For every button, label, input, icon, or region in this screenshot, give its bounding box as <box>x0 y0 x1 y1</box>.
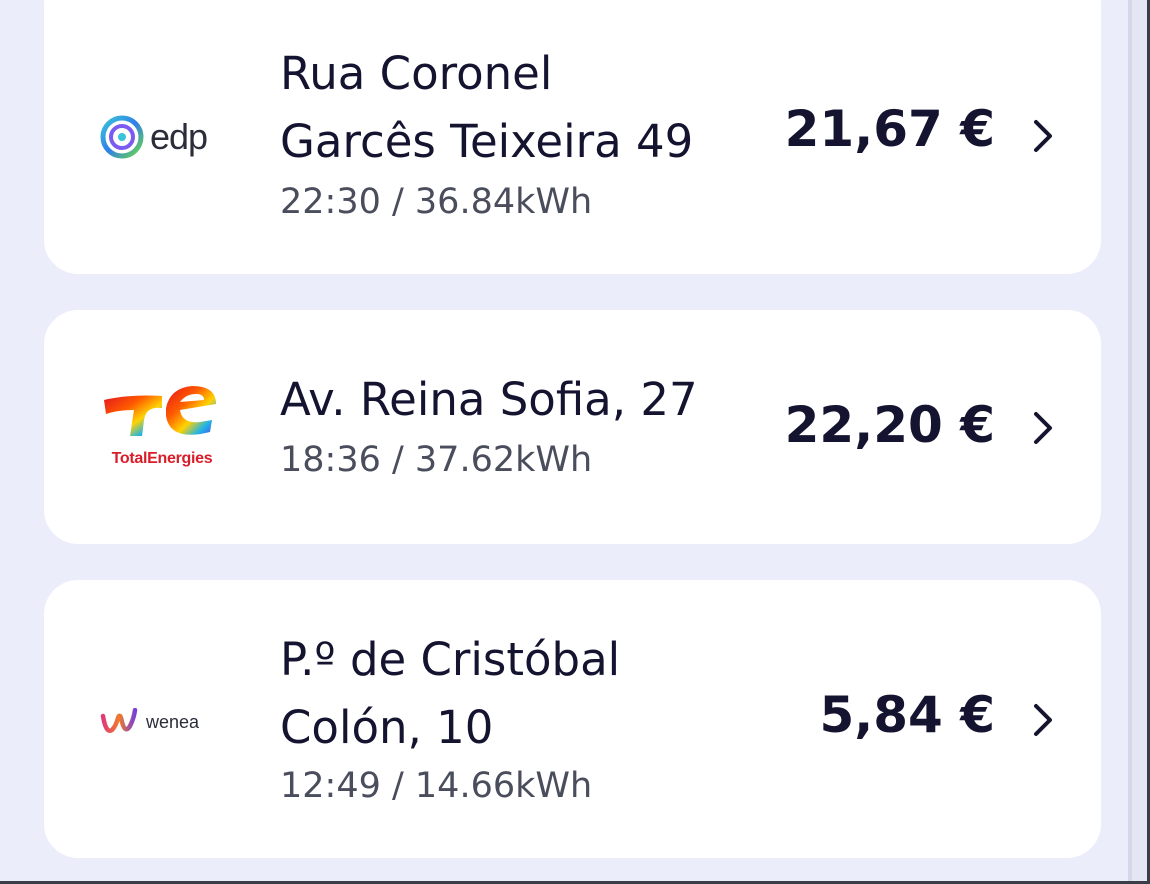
charge-address-line2: Colón, 10 <box>280 701 494 754</box>
charge-list-item[interactable]: edp Rua Coronel Garcês Teixeira 49 22:30… <box>44 0 1101 274</box>
wenea-logo-text: wenea <box>146 711 200 732</box>
wenea-logo-icon: wenea <box>100 702 240 742</box>
charge-list-item[interactable]: TotalEnergies Av. Reina Sofia, 27 18:36 … <box>44 310 1101 544</box>
charge-list-item[interactable]: wenea P.º de Cristóbal Colón, 10 12:49 /… <box>44 580 1101 858</box>
charge-price: 21,67 € <box>784 100 995 158</box>
edp-logo-text: edp <box>150 116 208 157</box>
totalenergies-logo-icon: TotalEnergies <box>100 380 224 476</box>
chevron-right-icon[interactable] <box>1031 700 1055 740</box>
charge-address-line1: Rua Coronel <box>280 47 553 100</box>
charge-price: 5,84 € <box>819 686 995 744</box>
scrollbar-track[interactable] <box>1128 0 1150 881</box>
charging-history-screen: edp Rua Coronel Garcês Teixeira 49 22:30… <box>0 0 1150 884</box>
totalenergies-logo-text: TotalEnergies <box>111 450 213 467</box>
chevron-right-icon[interactable] <box>1031 408 1055 448</box>
charge-address-line1: Av. Reina Sofia, 27 <box>280 373 698 426</box>
charge-details: 18:36 / 37.62kWh <box>280 440 593 480</box>
charge-address-line1: P.º de Cristóbal <box>280 633 621 686</box>
charge-details: 22:30 / 36.84kWh <box>280 182 593 222</box>
charge-address-line2: Garcês Teixeira 49 <box>280 115 694 168</box>
charge-details: 12:49 / 14.66kWh <box>280 766 593 806</box>
chevron-right-icon[interactable] <box>1031 116 1055 156</box>
edp-logo-icon: edp <box>100 102 240 172</box>
charge-price: 22,20 € <box>784 396 995 454</box>
